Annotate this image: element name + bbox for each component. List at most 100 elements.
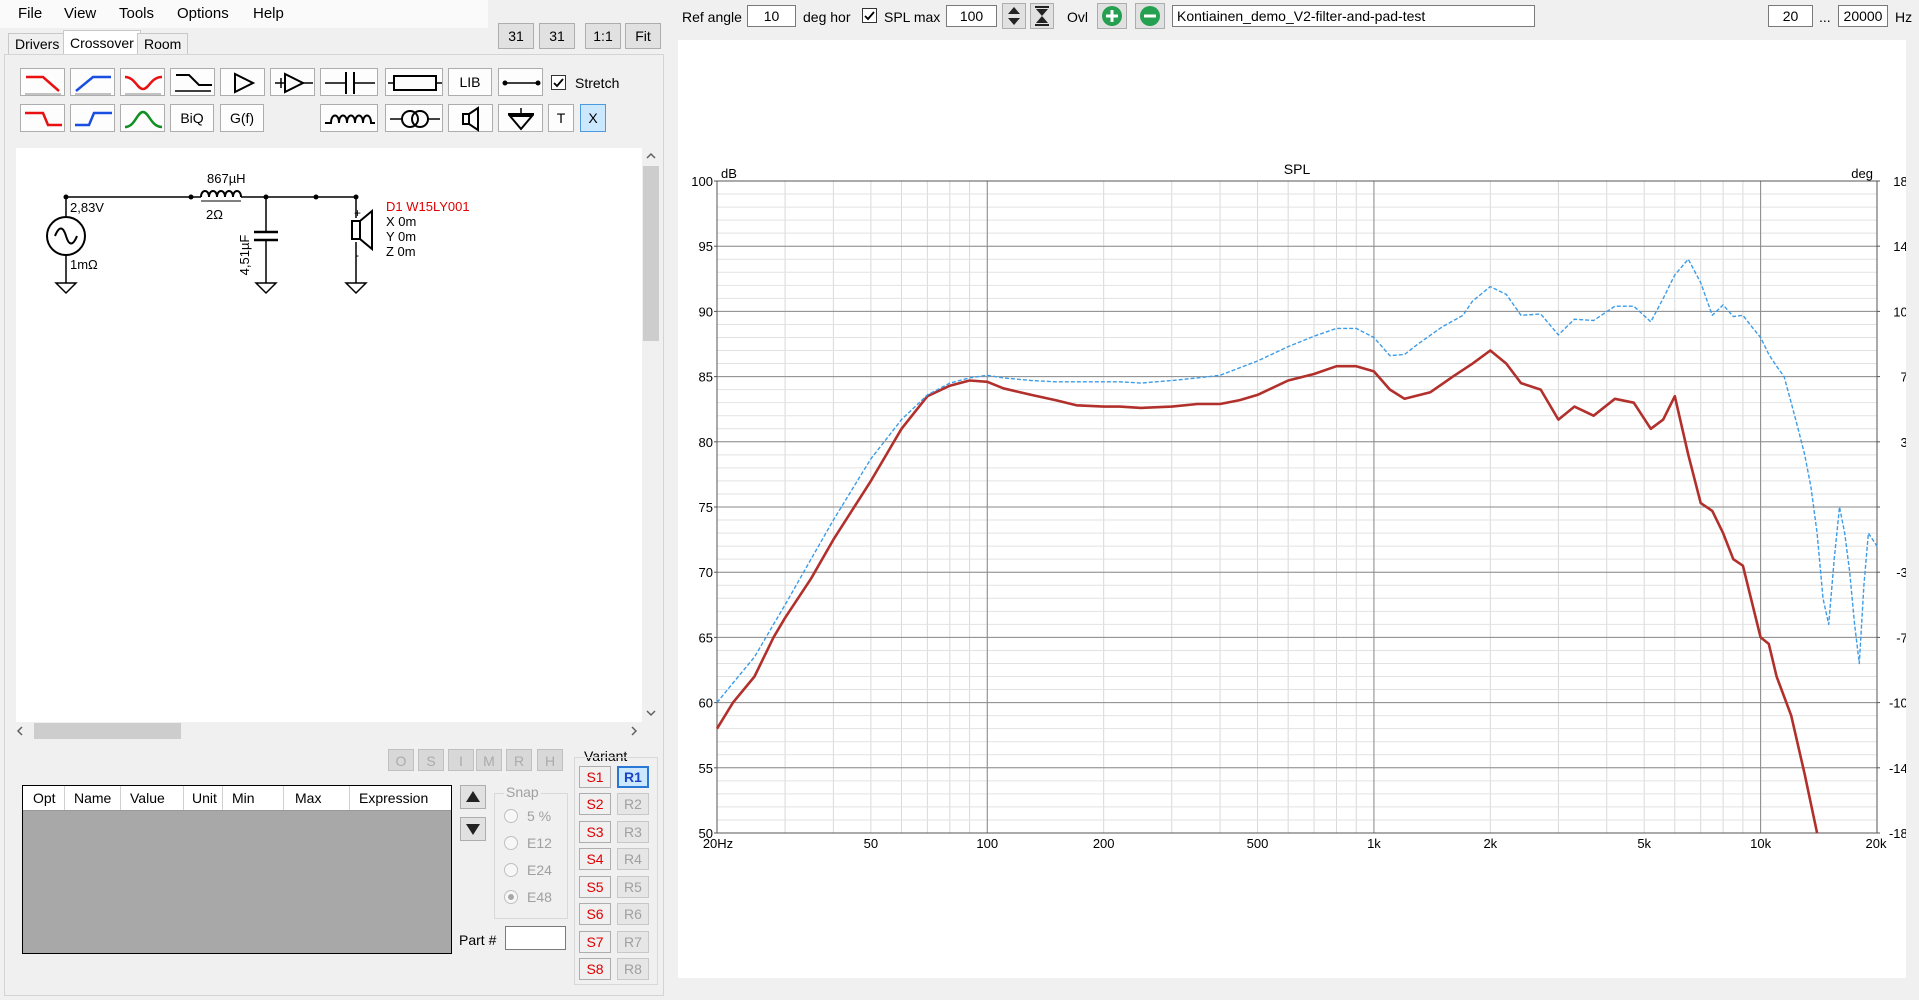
col-name[interactable]: Name [74,790,111,806]
driver-name-label[interactable]: D1 W15LY001 [386,199,470,214]
x-tick-label: 20k [1866,836,1887,851]
inductor-button[interactable] [320,104,378,132]
col-value[interactable]: Value [130,790,165,806]
lowpass2-red-button[interactable] [20,104,65,132]
stretch-checkbox[interactable] [551,75,566,90]
transformer-button[interactable] [385,104,443,132]
lowpass-red-button[interactable] [20,68,65,96]
col-unit[interactable]: Unit [192,790,217,806]
y2-tick-label: 108 [1893,304,1906,319]
snap-5pct-radio[interactable] [504,809,518,823]
wire-button[interactable] [498,68,543,96]
opt-i-button[interactable]: I [448,749,474,771]
schematic-horizontal-scrollbar[interactable] [12,722,642,740]
variant-r4-button[interactable]: R4 [617,848,649,870]
vertical-scroll-thumb [643,166,659,341]
variant-s7-button[interactable]: S7 [579,931,611,953]
move-down-button[interactable] [460,817,486,841]
part-number-input[interactable] [505,926,566,950]
highpass2-blue-button[interactable] [70,104,115,132]
capacitor-component-icon[interactable] [254,230,278,242]
menu-file[interactable]: File [18,5,42,22]
variant-s5-button[interactable]: S5 [579,876,611,898]
bandpass-green-button[interactable] [120,104,165,132]
amplifier-button[interactable] [220,68,265,96]
variant-s1-button[interactable]: S1 [579,766,611,788]
opt-h-button[interactable]: H [537,749,563,771]
optimizer-table[interactable]: Opt Name Value Unit Min Max Expression [22,785,452,954]
spl-max-checkbox[interactable] [862,8,877,23]
buffer-button[interactable] [270,68,315,96]
biquad-button[interactable]: BiQ [170,104,214,132]
tab-crossover[interactable]: Crossover [63,30,141,55]
tab-drivers[interactable]: Drivers [8,33,67,54]
opt-o-button[interactable]: O [388,749,414,771]
opt-s-button[interactable]: S [418,749,444,771]
variant-r2-button[interactable]: R2 [617,793,649,815]
menu-help[interactable]: Help [253,5,284,22]
voltage-source-icon[interactable] [46,216,86,256]
ground-icon [507,108,535,131]
move-up-button[interactable] [460,785,486,809]
highpass-blue-button[interactable] [70,68,115,96]
spl-max-spin-button[interactable] [1002,3,1026,29]
add-overlay-button[interactable] [1097,3,1127,29]
capacitor-button[interactable] [320,68,378,96]
schematic-vertical-scrollbar[interactable] [642,148,660,722]
y2-tick-label: -72 [1896,630,1906,645]
resistor-button[interactable] [385,68,443,96]
variant-s3-button[interactable]: S3 [579,821,611,843]
col-opt[interactable]: Opt [33,790,56,806]
transfer-function-button[interactable]: G(f) [220,104,264,132]
capacitor-ground-icon [254,282,278,295]
delete-tool-button[interactable]: X [580,104,606,132]
variant-r5-button[interactable]: R5 [617,876,649,898]
inductor-component-icon[interactable] [200,190,242,202]
variant-s8-button[interactable]: S8 [579,958,611,980]
menu-options[interactable]: Options [177,5,229,22]
spl-max-auto-button[interactable] [1030,3,1054,29]
ref-angle-input[interactable]: 10 [747,5,796,27]
zoom-31-button-a[interactable]: 31 [498,23,534,49]
snap-e12-radio[interactable] [504,836,518,850]
opt-m-button[interactable]: M [476,749,502,771]
schematic-canvas[interactable]: 2,83V 1mΩ 867µH 2Ω 4,51µF + - D1 W15LY00… [16,148,642,722]
speaker-button[interactable] [448,104,493,132]
spl-max-input[interactable]: 100 [946,5,997,27]
variant-r8-button[interactable]: R8 [617,958,649,980]
freq-min-input[interactable]: 20 [1768,5,1813,27]
optimizer-table-header: Opt Name Value Unit Min Max Expression [23,786,451,811]
col-min[interactable]: Min [232,790,255,806]
col-max[interactable]: Max [295,790,321,806]
zoom-1to1-button[interactable]: 1:1 [585,23,621,49]
zoom-fit-button[interactable]: Fit [625,23,661,49]
opt-r-button[interactable]: R [506,749,532,771]
variant-r7-button[interactable]: R7 [617,931,649,953]
snap-e24-radio[interactable] [504,863,518,877]
tab-room[interactable]: Room [137,33,189,54]
variant-s4-button[interactable]: S4 [579,848,611,870]
remove-overlay-button[interactable] [1135,3,1165,29]
plus-circle-icon [1102,6,1122,26]
ground-button[interactable] [498,104,543,132]
text-tool-button[interactable]: T [548,104,574,132]
variant-s2-button[interactable]: S2 [579,793,611,815]
freq-max-input[interactable]: 20000 [1838,5,1888,27]
snap-e48-radio[interactable] [504,890,518,904]
triangle-down-icon [466,824,480,835]
col-expression[interactable]: Expression [359,790,428,806]
overlay-name-input[interactable]: Kontiainen_demo_V2-filter-and-pad-test [1172,5,1535,27]
checkmark-icon [864,11,875,21]
variant-s6-button[interactable]: S6 [579,903,611,925]
library-button[interactable]: LIB [448,68,492,96]
zoom-31-button-b[interactable]: 31 [539,23,575,49]
variant-r1-button[interactable]: R1 [617,766,649,788]
shelf-button[interactable] [170,68,215,96]
variant-r6-button[interactable]: R6 [617,903,649,925]
notch-red-button[interactable] [120,68,165,96]
scroll-up-icon [646,152,656,159]
variant-r3-button[interactable]: R3 [617,821,649,843]
menu-view[interactable]: View [64,5,96,22]
menu-tools[interactable]: Tools [119,5,154,22]
spl-graph[interactable]: 50 55 60 65 70 75 80 85 90 95 100 -180 -144 -108 -72 -3… [678,40,1906,978]
